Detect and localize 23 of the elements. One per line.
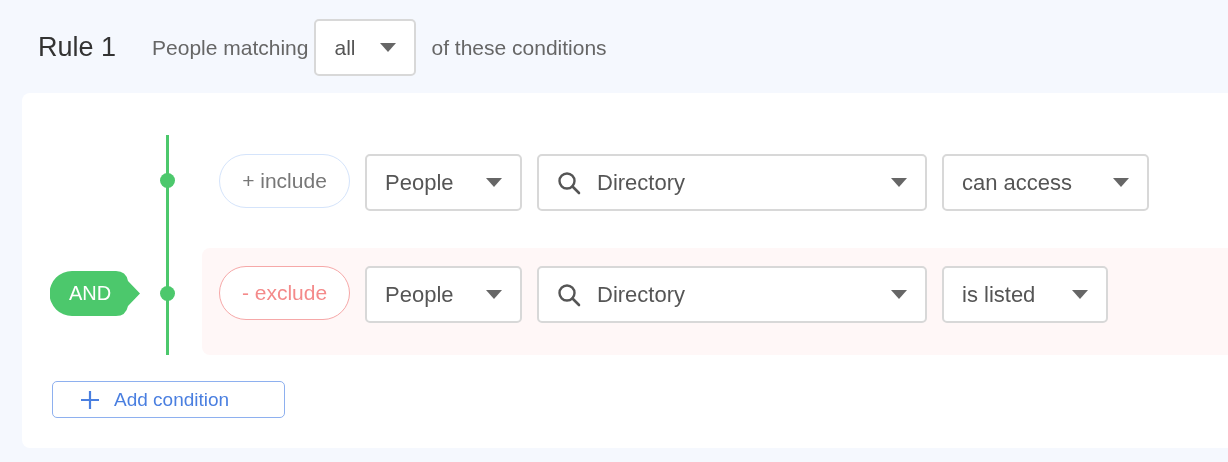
- matching-label: People matching: [152, 35, 309, 60]
- caret-icon: [380, 43, 397, 52]
- rule-title: Rule 1: [38, 32, 117, 63]
- subject-dropdown[interactable]: People: [365, 266, 522, 323]
- caret-icon: [1072, 290, 1088, 299]
- caret-icon: [486, 178, 502, 187]
- subject-dropdown[interactable]: People: [365, 154, 522, 211]
- access-dropdown[interactable]: can access: [942, 154, 1149, 211]
- search-icon: [557, 170, 581, 195]
- conditions-label: of these conditions: [431, 35, 607, 60]
- caret-icon: [1113, 178, 1129, 187]
- add-condition-button[interactable]: Add condition: [52, 381, 285, 418]
- directory-search-dropdown[interactable]: Directory: [537, 154, 927, 211]
- caret-icon: [891, 290, 907, 299]
- match-dropdown[interactable]: all: [314, 19, 417, 76]
- access-dropdown[interactable]: is listed: [942, 266, 1108, 323]
- include-toggle[interactable]: + include: [219, 154, 350, 208]
- and-operator-badge: AND: [50, 271, 140, 316]
- caret-icon: [486, 290, 502, 299]
- caret-icon: [891, 178, 907, 187]
- plus-icon: [80, 389, 100, 410]
- search-icon: [557, 282, 581, 307]
- directory-search-dropdown[interactable]: Directory: [537, 266, 927, 323]
